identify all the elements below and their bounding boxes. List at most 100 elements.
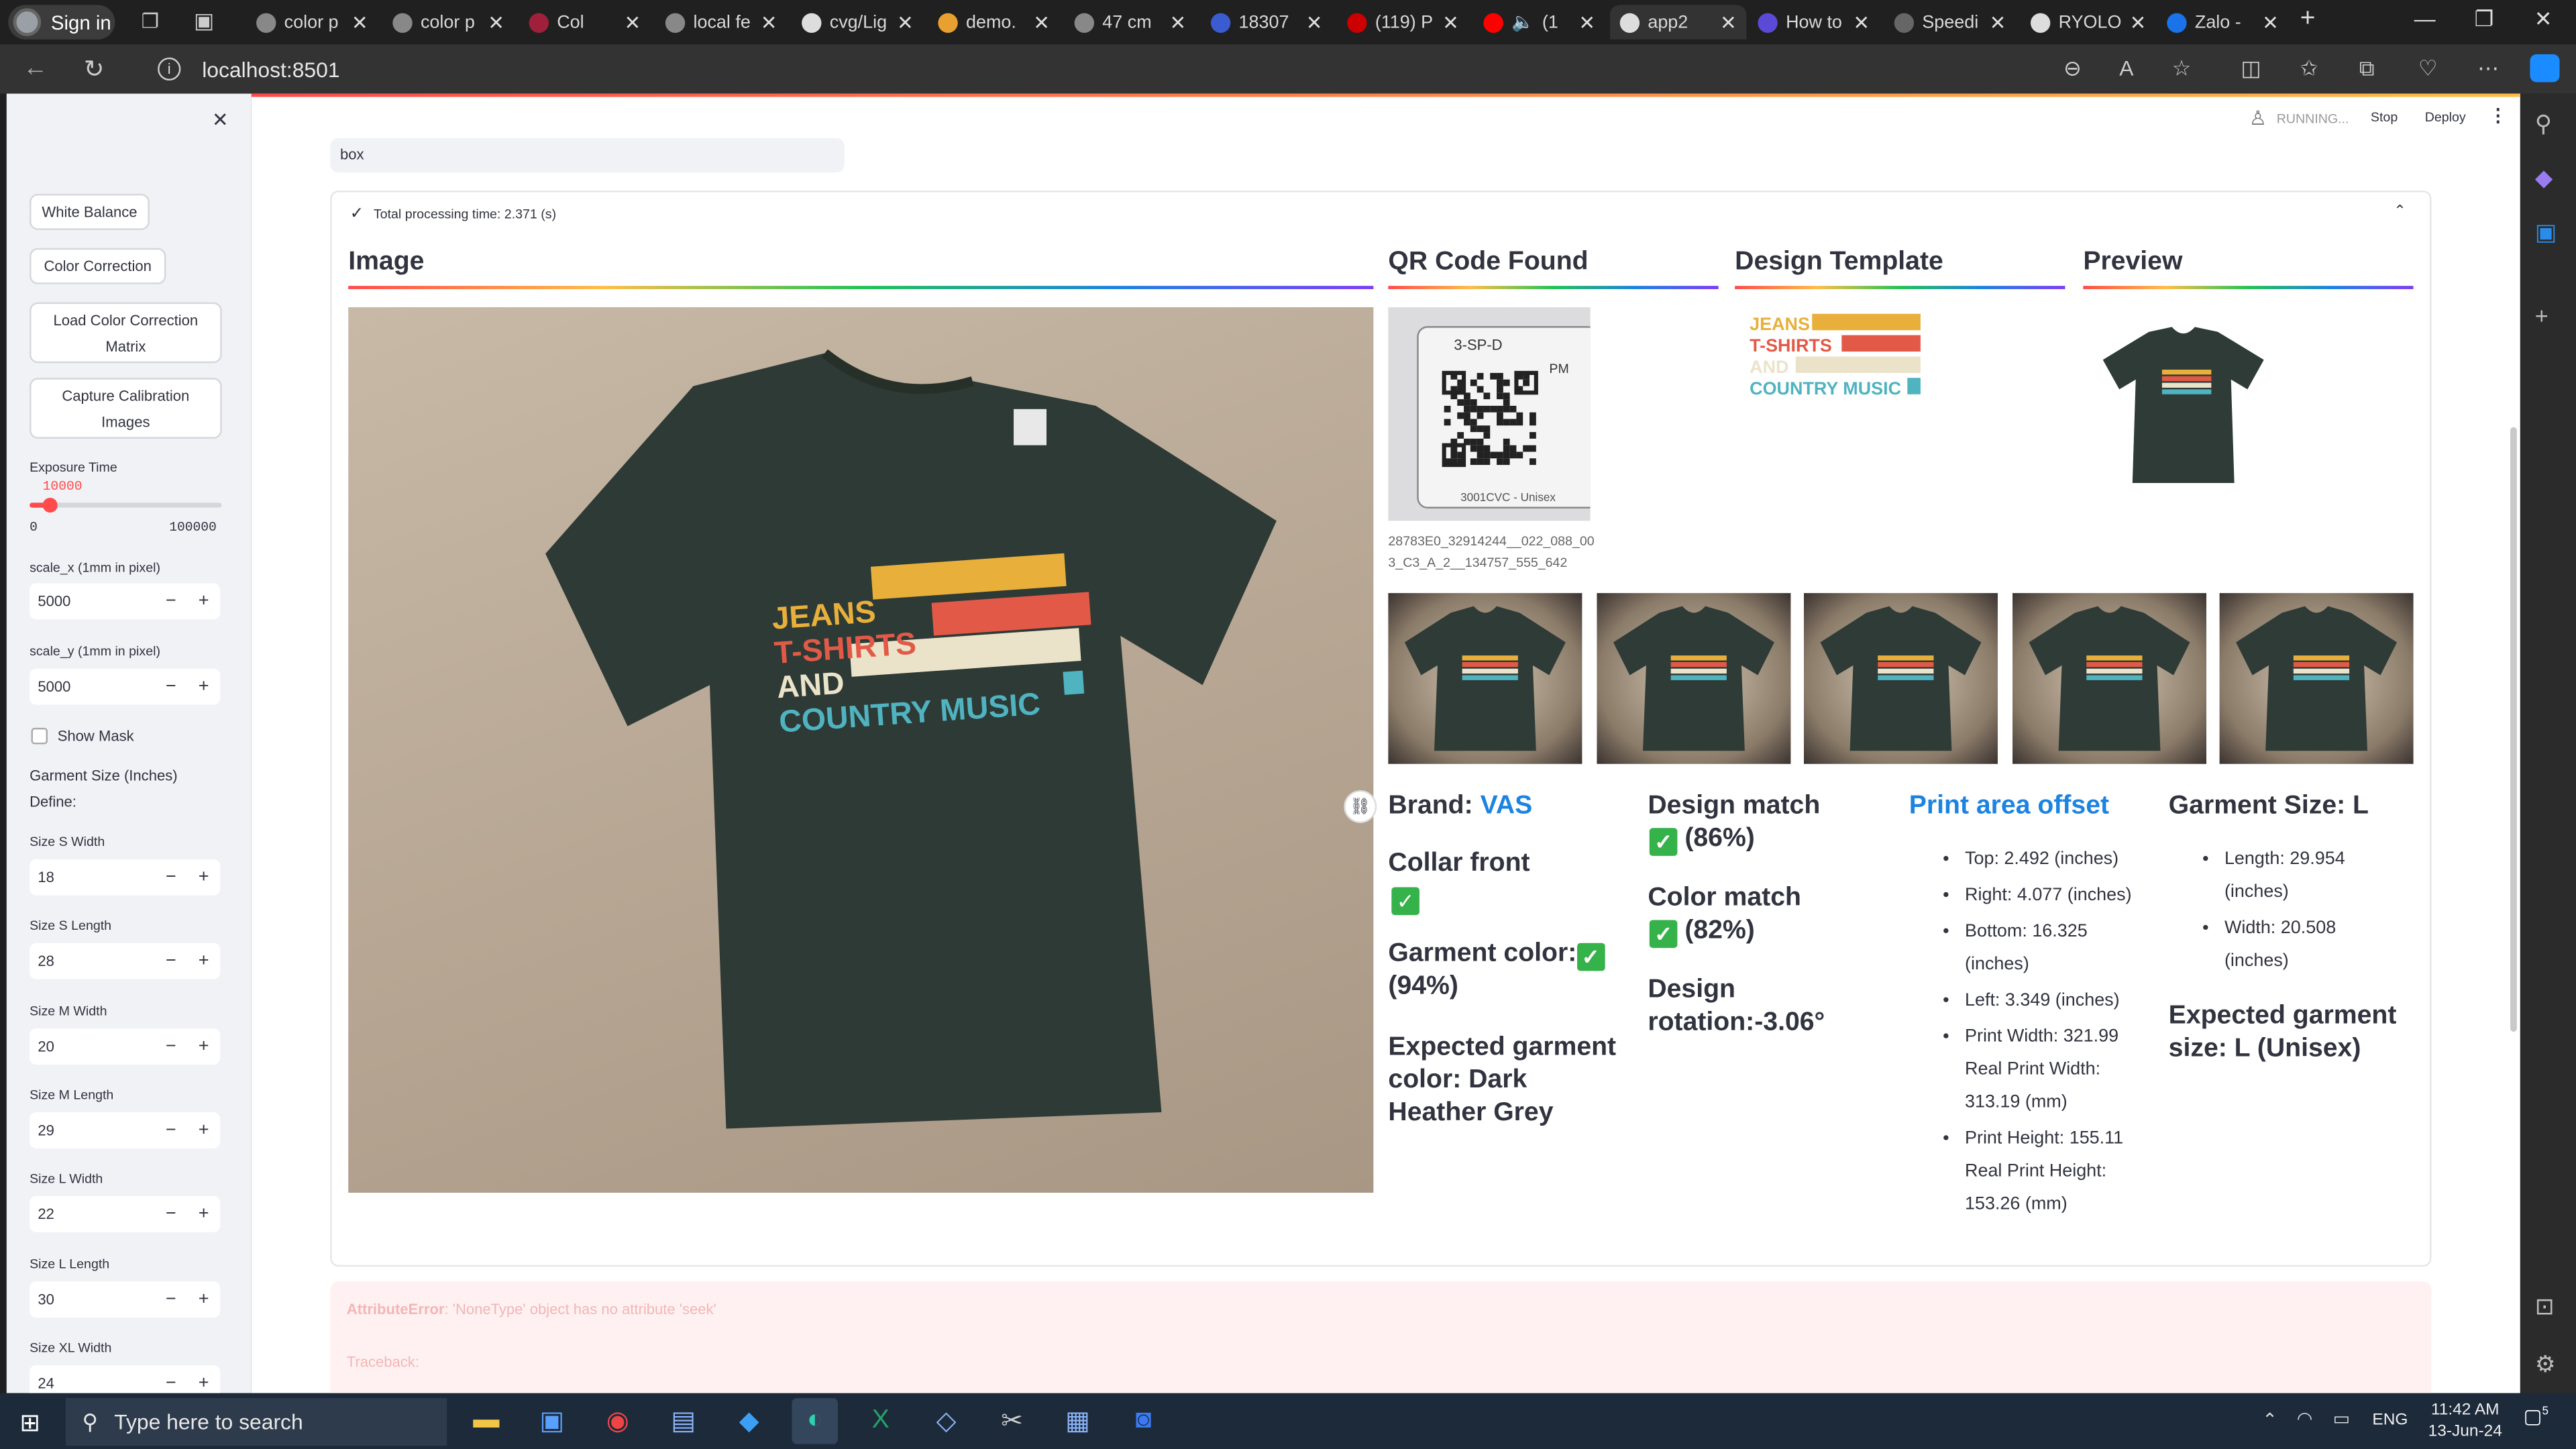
processing-status[interactable]: ✓ Total processing time: 2.371 (s) [350, 205, 557, 223]
scrollbar[interactable] [2510, 427, 2517, 1032]
search-input[interactable]: box [330, 138, 845, 173]
white-balance-button[interactable]: White Balance [30, 193, 150, 230]
tray-chevron-icon[interactable]: ⌃ [2262, 1409, 2277, 1431]
increment-button[interactable]: + [187, 1205, 220, 1224]
tab-close-icon[interactable]: ✕ [1306, 11, 1323, 34]
tab-close-icon[interactable]: ✕ [897, 11, 914, 34]
notification-icon[interactable]: ▢5 [2524, 1405, 2548, 1428]
extensions-icon[interactable]: ♡ [2418, 56, 2438, 82]
scale-y-input[interactable]: 5000 − + [30, 668, 221, 705]
windows-start-icon[interactable]: ⊞ [19, 1408, 40, 1438]
scale-x-input[interactable]: 5000 − + [30, 583, 221, 620]
more-menu-icon[interactable]: ⋯ [2477, 56, 2499, 82]
taskbar-search-box[interactable]: ⚲ Type here to search [65, 1398, 447, 1446]
split-screen-icon[interactable]: ◫ [2241, 56, 2261, 82]
browser-tab[interactable]: 47 cm ✕ [1065, 5, 1196, 39]
exposure-slider-thumb[interactable] [42, 498, 57, 513]
browser-tab[interactable]: cvg/Lig ✕ [792, 5, 923, 39]
minimize-icon[interactable]: — [2392, 7, 2458, 32]
zoom-icon[interactable]: ⊖ [2063, 56, 2082, 82]
settings-gear-icon[interactable]: ⚙ [2535, 1350, 2556, 1379]
tab-close-icon[interactable]: ✕ [2130, 11, 2147, 34]
chrome-icon[interactable]: ◉ [595, 1398, 641, 1444]
search-icon[interactable]: ⚲ [2535, 110, 2552, 138]
browser-tab[interactable]: color p ✕ [246, 5, 378, 39]
increment-button[interactable]: + [187, 592, 220, 611]
restore-icon[interactable]: ❐ [2451, 7, 2517, 33]
tab-close-icon[interactable]: ✕ [1720, 11, 1737, 34]
increment-button[interactable]: + [187, 867, 220, 887]
wifi-icon[interactable]: ◠ [2297, 1408, 2313, 1429]
excel-icon[interactable]: X [857, 1398, 904, 1444]
decrement-button[interactable]: − [154, 592, 187, 611]
add-sidebar-icon[interactable]: + [2535, 303, 2548, 329]
exposure-slider-track[interactable] [30, 502, 222, 508]
calculator-icon[interactable]: ▦ [1055, 1398, 1101, 1444]
decrement-button[interactable]: − [154, 867, 187, 887]
increment-button[interactable]: + [187, 1120, 220, 1140]
capture-calibration-images-button[interactable]: Capture Calibration Images [30, 378, 222, 439]
edge-icon[interactable]: ◐ [792, 1398, 838, 1444]
size-number-input[interactable]: 28 − + [30, 943, 221, 980]
browser-tab[interactable]: local fe ✕ [655, 5, 787, 39]
screenshot-icon[interactable]: ⊡ [2535, 1293, 2555, 1321]
size-number-input[interactable]: 24 − + [30, 1364, 221, 1393]
tab-actions-icon[interactable]: ▣ [194, 8, 214, 34]
keyboard-icon[interactable]: ▭ [2333, 1408, 2350, 1429]
color-correction-button[interactable]: Color Correction [30, 248, 166, 284]
decrement-button[interactable]: − [154, 1205, 187, 1224]
read-aloud-icon[interactable]: A [2119, 56, 2133, 80]
tab-close-icon[interactable]: ✕ [761, 11, 777, 34]
discover-icon[interactable]: ◆ [2535, 164, 2553, 193]
tab-close-icon[interactable]: ✕ [624, 11, 641, 34]
snip-icon[interactable]: ✂ [989, 1398, 1035, 1444]
copilot-icon[interactable] [2530, 54, 2560, 83]
url-field[interactable]: i localhost:8501 [145, 51, 2215, 87]
increment-button[interactable]: + [187, 677, 220, 696]
tab-close-icon[interactable]: ✕ [1990, 11, 2006, 34]
close-sidebar-icon[interactable]: ✕ [212, 109, 229, 131]
app-icon[interactable]: ▤ [660, 1398, 706, 1444]
size-number-input[interactable]: 29 − + [30, 1112, 221, 1148]
back-icon[interactable]: ← [23, 54, 48, 83]
browser-tab[interactable]: 🔈 (1 ✕ [1474, 5, 1605, 39]
decrement-button[interactable]: − [154, 1289, 187, 1308]
size-number-input[interactable]: 18 − + [30, 859, 221, 896]
link-icon[interactable]: ⛓ [1344, 790, 1377, 823]
tab-close-icon[interactable]: ✕ [488, 11, 504, 34]
deploy-button[interactable]: Deploy [2425, 110, 2466, 125]
profile-signin-button[interactable]: Sign in [8, 5, 115, 40]
increment-button[interactable]: + [187, 952, 220, 971]
clock[interactable]: 11:42 AM 13-Jun-24 [2428, 1400, 2502, 1443]
decrement-button[interactable]: − [154, 1373, 187, 1393]
tab-close-icon[interactable]: ✕ [352, 11, 368, 34]
increment-button[interactable]: + [187, 1289, 220, 1308]
close-window-icon[interactable]: ✕ [2510, 7, 2576, 33]
browser-tab[interactable]: 18307 ✕ [1201, 5, 1332, 39]
decrement-button[interactable]: − [154, 952, 187, 971]
decrement-button[interactable]: − [154, 1036, 187, 1055]
main-menu-icon[interactable]: ⋮ [2489, 105, 2507, 126]
tab-close-icon[interactable]: ✕ [1442, 11, 1459, 34]
browser-tab[interactable]: Col ✕ [519, 5, 651, 39]
decrement-button[interactable]: − [154, 677, 187, 696]
tab-close-icon[interactable]: ✕ [1170, 11, 1187, 34]
site-info-icon[interactable]: i [158, 57, 181, 81]
browser-tab-active[interactable]: app2 ✕ [1610, 5, 1747, 40]
stop-button[interactable]: Stop [2371, 110, 2398, 125]
zalo-taskbar-icon[interactable]: ◙ [1120, 1398, 1167, 1444]
browser-tab[interactable]: How to ✕ [1748, 5, 1880, 39]
browser-tab[interactable]: color p ✕ [383, 5, 515, 39]
browser-tab[interactable]: (119) P ✕ [1337, 5, 1468, 39]
size-number-input[interactable]: 22 − + [30, 1196, 221, 1233]
increment-button[interactable]: + [187, 1036, 220, 1055]
store-icon[interactable]: ▣ [529, 1398, 576, 1444]
browser-tab[interactable]: Speedi ✕ [1884, 5, 2016, 39]
speaker-icon[interactable]: 🔈 [1511, 11, 1534, 33]
size-number-input[interactable]: 30 − + [30, 1280, 221, 1317]
favorite-star-icon[interactable]: ☆ [2172, 56, 2192, 82]
tab-close-icon[interactable]: ✕ [1853, 11, 1870, 34]
new-tab-icon[interactable]: + [2300, 5, 2316, 34]
tab-close-icon[interactable]: ✕ [2262, 11, 2279, 34]
collapse-chevron-icon[interactable]: ⌃ [2394, 202, 2406, 220]
